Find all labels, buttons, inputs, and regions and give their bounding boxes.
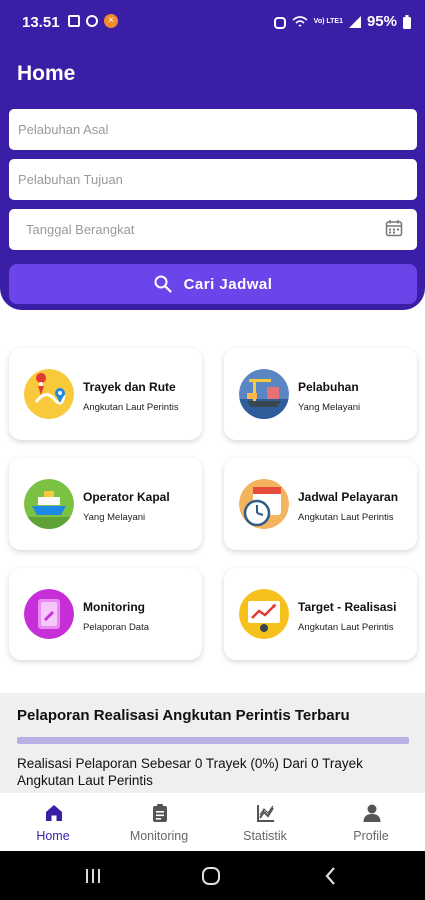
gallery-icon — [68, 15, 80, 27]
system-navigation-bar — [0, 851, 425, 900]
search-schedule-button[interactable]: Cari Jadwal — [9, 264, 417, 304]
signal-icon — [348, 15, 361, 28]
menu-card-jadwal-pelayaran[interactable]: Jadwal Pelayaran Angkutan Laut Perintis — [224, 458, 417, 550]
menu-card-title: Pelabuhan — [298, 380, 359, 394]
nav-monitoring[interactable]: Monitoring — [106, 793, 212, 851]
calendar-clock-icon — [239, 479, 289, 529]
report-progress-bar — [17, 737, 409, 744]
back-icon[interactable] — [322, 866, 340, 886]
nav-statistik[interactable]: Statistik — [212, 793, 318, 851]
clipboard-icon — [24, 589, 74, 639]
menu-card-title: Target - Realisasi — [298, 600, 397, 614]
battery-percentage: 95% — [366, 13, 397, 30]
menu-card-trayek-rute[interactable]: Trayek dan Rute Angkutan Laut Perintis — [9, 348, 202, 440]
lte-indicator: Vo) LTE1 — [313, 18, 343, 25]
nav-profile[interactable]: Profile — [318, 793, 424, 851]
chart-board-icon — [239, 589, 289, 639]
nav-statistik-label: Statistik — [243, 829, 287, 843]
menu-card-subtitle: Yang Melayani — [298, 402, 361, 413]
menu-card-subtitle: Angkutan Laut Perintis — [298, 512, 394, 523]
menu-card-pelabuhan[interactable]: Pelabuhan Yang Melayani — [224, 348, 417, 440]
clipboard-icon — [153, 804, 167, 822]
calendar-icon[interactable] — [385, 219, 403, 237]
search-schedule-label: Cari Jadwal — [183, 275, 273, 293]
page-title: Home — [17, 62, 76, 85]
menu-card-subtitle: Angkutan Laut Perintis — [298, 622, 394, 633]
wifi-icon — [292, 15, 308, 27]
menu-card-subtitle: Pelaporan Data — [83, 622, 150, 633]
app-notification-icon: × — [104, 14, 118, 28]
destination-port-placeholder: Pelabuhan Tujuan — [18, 172, 123, 187]
menu-card-subtitle: Yang Melayani — [83, 512, 146, 523]
status-bar: 13.51 × Vo) LTE1 95% — [0, 0, 425, 44]
menu-card-target-realisasi[interactable]: Target - Realisasi Angkutan Laut Perinti… — [224, 568, 417, 660]
nav-home-label: Home — [36, 829, 70, 843]
recent-apps-icon[interactable] — [84, 867, 102, 885]
statistics-icon — [257, 805, 274, 822]
route-map-icon — [24, 369, 74, 419]
report-title: Pelaporan Realisasi Angkutan Perintis Te… — [17, 707, 350, 724]
departure-date-field[interactable]: Tanggal Berangkat — [9, 209, 417, 250]
person-icon — [363, 804, 381, 822]
latest-report-section: Pelaporan Realisasi Angkutan Perintis Te… — [0, 693, 425, 793]
nav-profile-label: Profile — [353, 829, 389, 843]
menu-card-title: Monitoring — [83, 600, 145, 614]
origin-port-placeholder: Pelabuhan Asal — [18, 122, 109, 137]
departure-date-placeholder: Tanggal Berangkat — [26, 222, 135, 237]
menu-card-title: Operator Kapal — [83, 490, 170, 504]
report-summary: Realisasi Pelaporan Sebesar 0 Trayek (0%… — [17, 756, 363, 788]
menu-card-operator-kapal[interactable]: Operator Kapal Yang Melayani — [9, 458, 202, 550]
menu-card-title: Trayek dan Rute — [83, 380, 176, 394]
battery-icon — [403, 14, 411, 29]
bottom-navigation: Home Monitoring Statistik Profile — [0, 793, 425, 851]
nav-monitoring-label: Monitoring — [129, 829, 189, 843]
status-time: 13.51 — [22, 14, 60, 31]
notification-icons: × — [68, 14, 118, 28]
port-icon — [239, 369, 289, 419]
system-icons: Vo) LTE1 95% — [273, 13, 411, 30]
home-button-icon[interactable] — [201, 866, 221, 886]
alarm-icon — [273, 16, 286, 29]
nav-home[interactable]: Home — [0, 793, 106, 851]
ship-icon — [24, 479, 74, 529]
origin-port-field[interactable]: Pelabuhan Asal — [9, 109, 417, 150]
menu-card-title: Jadwal Pelayaran — [298, 490, 399, 504]
menu-card-subtitle: Angkutan Laut Perintis — [83, 402, 179, 413]
destination-port-field[interactable]: Pelabuhan Tujuan — [9, 159, 417, 200]
menu-card-monitoring[interactable]: Monitoring Pelaporan Data — [9, 568, 202, 660]
sync-icon — [86, 15, 98, 27]
search-header: Home Pelabuhan Asal Pelabuhan Tujuan Tan… — [0, 44, 425, 310]
home-icon — [46, 805, 62, 821]
search-icon — [154, 275, 172, 293]
